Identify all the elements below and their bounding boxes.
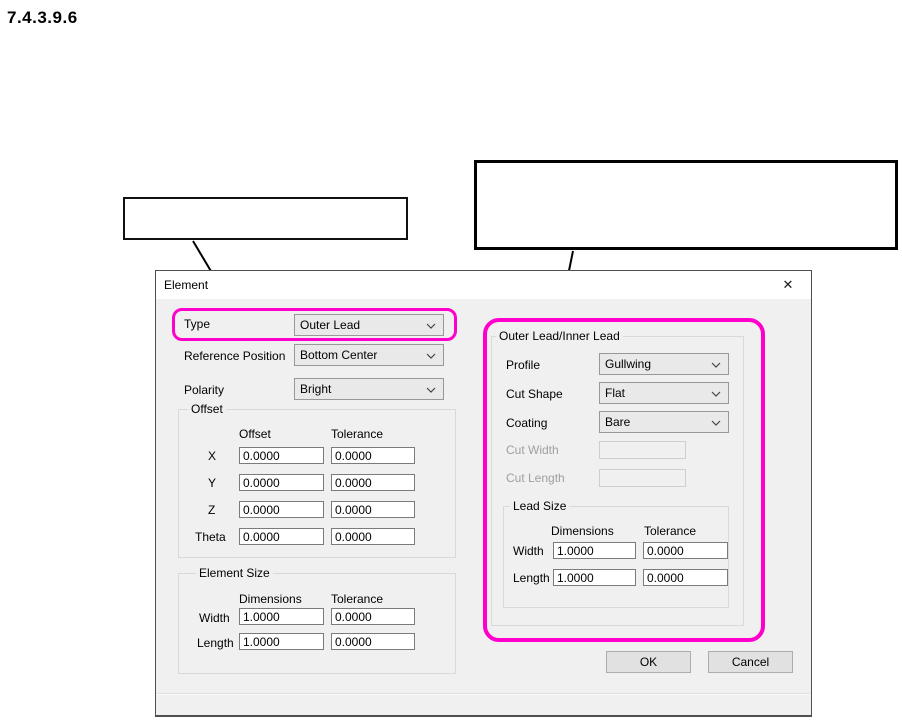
element-width-label: Width xyxy=(199,611,230,625)
profile-combobox[interactable]: Gullwing xyxy=(599,353,729,375)
chevron-down-icon xyxy=(711,391,721,397)
lead-size-group-title: Lead Size xyxy=(510,499,570,513)
offset-x-label: X xyxy=(208,449,217,463)
coating-label: Coating xyxy=(506,416,548,430)
offset-y-tolerance-input[interactable] xyxy=(331,474,415,491)
element-size-tolerance-header: Tolerance xyxy=(331,592,384,606)
element-width-input[interactable] xyxy=(239,608,324,625)
polarity-combobox[interactable]: Bright xyxy=(294,378,444,400)
dialog-title: Element xyxy=(164,278,209,292)
page: { "page": { "section_number": "7.4.3.9.6… xyxy=(0,0,902,720)
dialog-footer-divider xyxy=(157,693,810,695)
offset-theta-tolerance-input[interactable] xyxy=(331,528,415,545)
annotation-callout-left xyxy=(123,197,408,240)
lead-length-tolerance-input[interactable] xyxy=(643,569,728,586)
coating-value: Bare xyxy=(605,415,631,429)
reference-position-label: Reference Position xyxy=(184,349,286,363)
element-length-tolerance-input[interactable] xyxy=(331,633,415,650)
offset-theta-input[interactable] xyxy=(239,528,324,545)
offset-tolerance-header: Tolerance xyxy=(331,427,384,441)
type-combobox[interactable]: Outer Lead xyxy=(294,314,444,336)
offset-z-label: Z xyxy=(208,503,216,517)
lead-size-dimensions-header: Dimensions xyxy=(551,524,614,538)
profile-label: Profile xyxy=(506,358,541,372)
dialog-titlebar[interactable]: Element ✕ xyxy=(156,271,811,299)
polarity-value: Bright xyxy=(300,382,332,396)
element-length-input[interactable] xyxy=(239,633,324,650)
type-label: Type xyxy=(184,317,211,331)
element-width-tolerance-input[interactable] xyxy=(331,608,415,625)
lead-width-input[interactable] xyxy=(553,542,636,559)
cut-width-label: Cut Width xyxy=(506,443,559,457)
cut-shape-label: Cut Shape xyxy=(506,387,563,401)
chevron-down-icon xyxy=(426,353,436,359)
offset-y-input[interactable] xyxy=(239,474,324,491)
cancel-button[interactable]: Cancel xyxy=(708,651,793,673)
offset-x-input[interactable] xyxy=(239,447,324,464)
chevron-down-icon xyxy=(711,420,721,426)
cut-shape-combobox[interactable]: Flat xyxy=(599,382,729,404)
ok-button[interactable]: OK xyxy=(606,651,691,673)
outer-lead-group-title: Outer Lead/Inner Lead xyxy=(496,329,623,343)
element-size-dimensions-header: Dimensions xyxy=(239,592,302,606)
offset-y-label: Y xyxy=(208,476,217,490)
profile-value: Gullwing xyxy=(605,357,652,371)
chevron-down-icon xyxy=(426,323,436,329)
reference-position-value: Bottom Center xyxy=(300,348,378,362)
element-size-group-title: Element Size xyxy=(196,566,273,580)
cut-shape-value: Flat xyxy=(605,386,626,400)
cut-length-input xyxy=(599,469,686,487)
offset-x-tolerance-input[interactable] xyxy=(331,447,415,464)
element-length-label: Length xyxy=(197,636,234,650)
chevron-down-icon xyxy=(426,387,436,393)
annotation-callout-right xyxy=(474,160,898,250)
cut-length-label: Cut Length xyxy=(506,471,565,485)
offset-theta-label: Theta xyxy=(195,530,226,544)
offset-z-input[interactable] xyxy=(239,501,324,518)
chevron-down-icon xyxy=(711,362,721,368)
close-icon[interactable]: ✕ xyxy=(771,271,805,299)
type-value: Outer Lead xyxy=(300,318,361,332)
coating-combobox[interactable]: Bare xyxy=(599,411,729,433)
section-number: 7.4.3.9.6 xyxy=(7,8,78,27)
offset-z-tolerance-input[interactable] xyxy=(331,501,415,518)
lead-width-label: Width xyxy=(513,544,544,558)
lead-length-input[interactable] xyxy=(553,569,636,586)
element-dialog: Element ✕ Type Outer Lead Reference Posi… xyxy=(155,270,812,717)
reference-position-combobox[interactable]: Bottom Center xyxy=(294,344,444,366)
lead-width-tolerance-input[interactable] xyxy=(643,542,728,559)
offset-col-header: Offset xyxy=(239,427,271,441)
cut-width-input xyxy=(599,441,686,459)
lead-size-tolerance-header: Tolerance xyxy=(644,524,697,538)
polarity-label: Polarity xyxy=(184,383,225,397)
offset-group-title: Offset xyxy=(188,402,226,416)
lead-length-label: Length xyxy=(513,571,550,585)
